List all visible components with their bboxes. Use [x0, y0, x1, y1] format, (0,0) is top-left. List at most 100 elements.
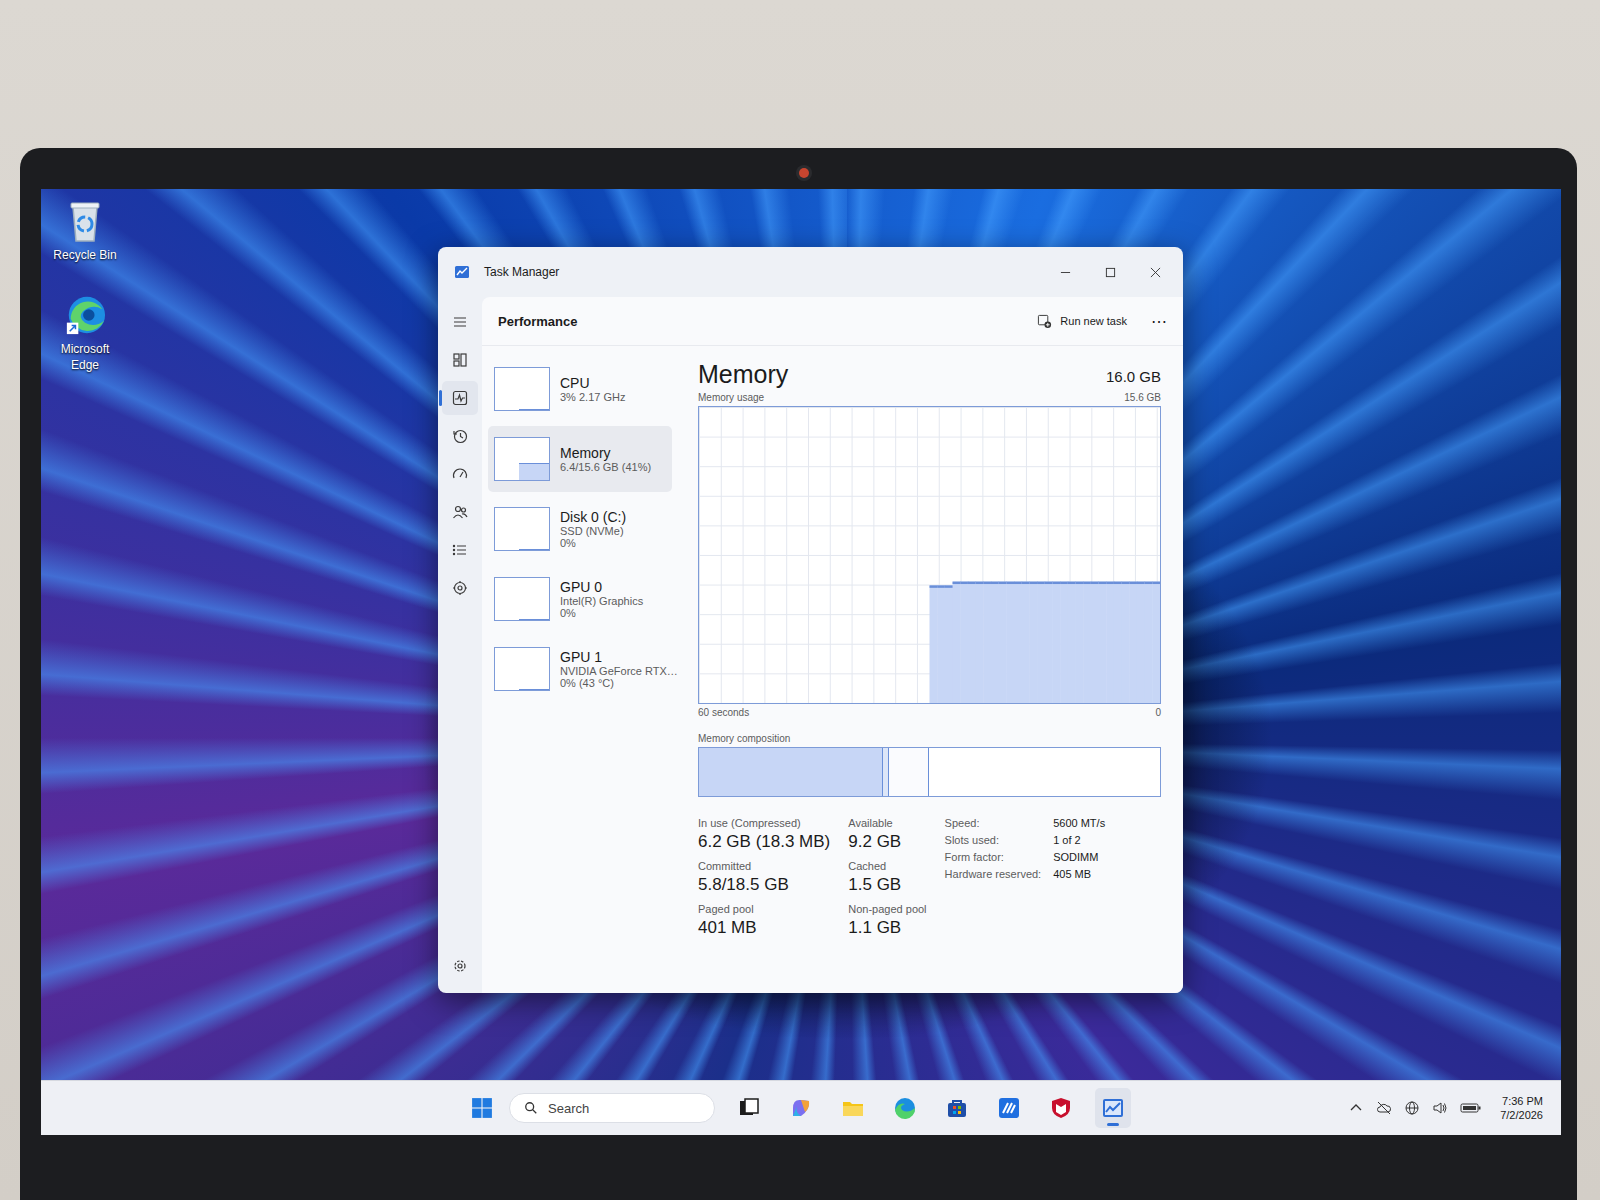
memory-capacity: 16.0 GB	[1106, 368, 1161, 389]
stat-value: 9.2 GB	[848, 832, 926, 852]
chart-bar	[945, 585, 953, 703]
resource-name: Disk 0 (C:)	[560, 509, 626, 525]
task-manager-window[interactable]: Task ManagerPerformanceRun new task⋯CPU3…	[438, 247, 1183, 993]
taskbar-app[interactable]	[991, 1088, 1027, 1128]
settings-icon	[451, 957, 469, 975]
chart-bar	[1075, 582, 1083, 703]
stat-label: In use (Compressed)	[698, 817, 830, 829]
stat-value: 401 MB	[698, 918, 830, 938]
memory-stats: In use (Compressed)6.2 GB (18.3 MB)Avail…	[698, 817, 927, 938]
battery-icon[interactable]	[1460, 1100, 1482, 1116]
resource-detail: 0%	[560, 607, 643, 619]
resource-item[interactable]: GPU 0Intel(R) Graphics0%	[488, 566, 672, 632]
chart-bar	[1083, 582, 1091, 703]
chart-label: Memory usage	[698, 392, 764, 403]
system-tray: 7:36 PM7/2/2026	[1348, 1081, 1543, 1135]
chart-bar	[930, 585, 938, 703]
nav-item[interactable]	[442, 305, 478, 339]
composition-label: Memory composition	[698, 721, 1161, 747]
resource-thumbnail	[494, 507, 550, 551]
taskbar-app[interactable]	[783, 1088, 819, 1128]
taskbar-app[interactable]	[1095, 1088, 1131, 1128]
memory-details: In use (Compressed)6.2 GB (18.3 MB)Avail…	[698, 797, 1161, 938]
speaker-icon[interactable]	[1432, 1100, 1448, 1116]
spec-value: 5600 MT/s	[1053, 817, 1105, 829]
content-pane: PerformanceRun new task⋯CPU3% 2.17 GHzMe…	[482, 297, 1183, 993]
chart-bar	[1029, 582, 1037, 703]
services-icon	[451, 579, 469, 597]
resource-item[interactable]: GPU 1NVIDIA GeForce RTX…0% (43 °C)	[488, 636, 672, 702]
spec-value: 405 MB	[1053, 868, 1105, 880]
chart-bar	[976, 582, 984, 703]
file-explorer-icon	[841, 1096, 865, 1120]
nav-item[interactable]	[442, 495, 478, 529]
copilot-icon	[789, 1096, 813, 1120]
window-controls	[1060, 267, 1175, 278]
nav-item[interactable]	[442, 419, 478, 453]
nav-item[interactable]	[442, 949, 478, 983]
search-placeholder: Search	[548, 1101, 589, 1116]
chart-bar	[968, 582, 976, 703]
desktop: Recycle BinMicrosoft EdgeTask ManagerPer…	[41, 189, 1561, 1135]
globe-icon[interactable]	[1404, 1100, 1420, 1116]
resource-item[interactable]: Disk 0 (C:)SSD (NVMe)0%	[488, 496, 672, 562]
nav-item[interactable]	[442, 533, 478, 567]
store-icon	[945, 1096, 969, 1120]
task-manager-icon	[1101, 1096, 1125, 1120]
desktop-icon-label: Microsoft Edge	[49, 341, 121, 373]
thumbnail-fill	[519, 463, 549, 480]
details-icon	[451, 541, 469, 559]
resource-thumbnail	[494, 647, 550, 691]
startup-icon	[451, 465, 469, 483]
run-new-task-button[interactable]: Run new task	[1037, 314, 1127, 329]
chart-axis-right: 0	[1155, 707, 1161, 718]
taskbar-app[interactable]	[1043, 1088, 1079, 1128]
cloud-off-icon[interactable]	[1376, 1100, 1392, 1116]
nav-item[interactable]	[442, 381, 478, 415]
spec-label: Hardware reserved:	[945, 868, 1042, 880]
chart-axis-left: 60 seconds	[698, 707, 749, 718]
chart-bar	[1122, 582, 1130, 703]
maximize-icon[interactable]	[1105, 267, 1116, 278]
resource-item[interactable]: CPU3% 2.17 GHz	[488, 356, 672, 422]
taskbar-app[interactable]	[835, 1088, 871, 1128]
nav-item[interactable]	[442, 457, 478, 491]
clock[interactable]: 7:36 PM7/2/2026	[1494, 1095, 1543, 1121]
processes-icon	[451, 351, 469, 369]
spec-value: SODIMM	[1053, 851, 1105, 863]
taskbar-app[interactable]	[939, 1088, 975, 1128]
chart-bar	[1022, 582, 1030, 703]
nav-item[interactable]	[442, 571, 478, 605]
chart-bar	[1037, 582, 1045, 703]
chart-footer: 60 seconds 0	[698, 704, 1161, 721]
stat: Non-paged pool1.1 GB	[848, 903, 926, 938]
page-header: PerformanceRun new task⋯	[482, 297, 1183, 346]
resource-item[interactable]: Memory6.4/15.6 GB (41%)	[488, 426, 672, 492]
chart-bar	[991, 582, 999, 703]
window-body: PerformanceRun new task⋯CPU3% 2.17 GHzMe…	[438, 297, 1183, 993]
resource-detail: 0%	[560, 537, 626, 549]
taskbar-app[interactable]	[887, 1088, 923, 1128]
resource-name: GPU 1	[560, 649, 666, 665]
desktop-icon[interactable]: Recycle Bin	[43, 199, 127, 263]
composition-segment	[929, 748, 1160, 796]
taskbar-app[interactable]	[731, 1088, 767, 1128]
nav-item[interactable]	[442, 343, 478, 377]
search-box[interactable]: Search	[509, 1093, 715, 1123]
search-icon	[524, 1101, 538, 1115]
windows-start-icon[interactable]	[471, 1097, 493, 1119]
active-indicator	[1107, 1123, 1119, 1126]
menu-icon	[451, 313, 469, 331]
more-button[interactable]: ⋯	[1151, 312, 1167, 331]
task-manager-icon	[454, 264, 470, 280]
app-history-icon	[451, 427, 469, 445]
desktop-icon[interactable]: Microsoft Edge	[43, 293, 127, 373]
minimize-icon[interactable]	[1060, 267, 1071, 278]
close-icon[interactable]	[1150, 267, 1161, 278]
chart-header: Memory usage15.6 GB	[698, 389, 1161, 406]
chevron-up-icon[interactable]	[1348, 1100, 1364, 1116]
photo: Recycle BinMicrosoft EdgeTask ManagerPer…	[0, 0, 1600, 1200]
resource-name: GPU 0	[560, 579, 643, 595]
stat-label: Cached	[848, 860, 926, 872]
webcam-icon	[799, 168, 809, 178]
